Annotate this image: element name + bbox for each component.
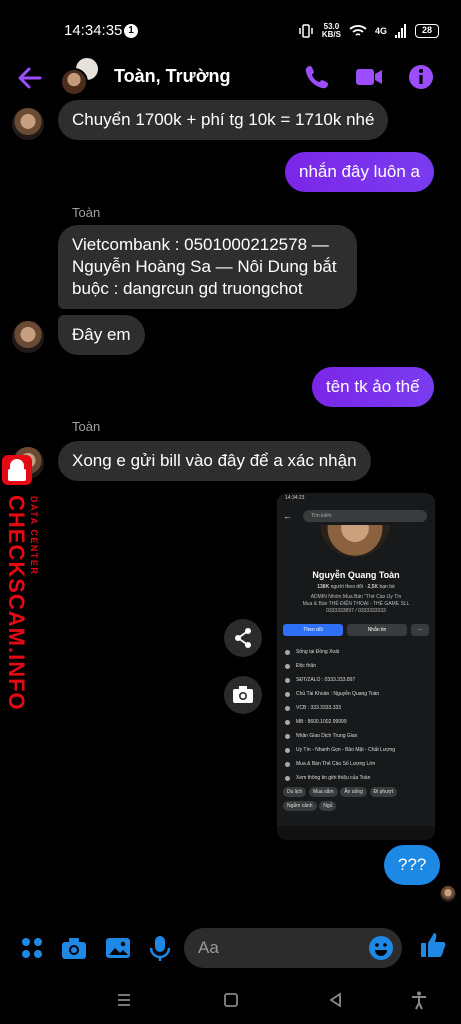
emoji-icon[interactable]	[368, 935, 394, 961]
message-line: buộc : dangrcun gd truongchot	[72, 279, 303, 298]
back-arrow-icon[interactable]	[16, 64, 44, 92]
shot-chip: Ăn uống	[340, 787, 367, 797]
shot-chip: Du lịch	[283, 787, 307, 797]
vibrate-icon	[299, 24, 313, 38]
shot-follow-count: 138K	[317, 584, 330, 590]
sender-name: Toàn	[72, 205, 101, 220]
info-icon[interactable]	[406, 62, 436, 92]
message-bubble-outgoing[interactable]: tên tk ảo thế	[312, 367, 434, 407]
back-icon[interactable]	[326, 990, 346, 1010]
shot-info-row: Độc thân	[285, 659, 431, 673]
watermark-logo	[2, 455, 32, 485]
shot-follow-label: người theo dõi	[330, 584, 364, 590]
network-type: 4G	[374, 26, 387, 36]
avatar[interactable]	[12, 321, 44, 353]
notification-badge: 1	[124, 24, 138, 38]
seen-avatar	[440, 886, 456, 902]
speed-unit: KB/S	[321, 30, 341, 39]
message-input[interactable]: Aa	[184, 928, 402, 968]
wifi-icon	[349, 25, 367, 36]
avatar	[60, 68, 88, 96]
microphone-icon[interactable]	[146, 934, 174, 962]
network-speed: 53.0 KB/S	[322, 23, 341, 39]
recents-icon[interactable]	[114, 990, 134, 1010]
shot-bio-line: Mua & Bán THẺ ĐIỆN THOẠI - THẺ GAME SLL	[302, 601, 410, 607]
shot-info-row: SĐT/ZALO : 0333.333.897	[285, 673, 431, 687]
video-call-icon[interactable]	[354, 62, 384, 92]
accessibility-icon[interactable]	[409, 990, 429, 1010]
phone-icon[interactable]	[302, 62, 332, 92]
signal-icon	[395, 24, 406, 38]
shot-info-row: Nhận Giao Dịch Trung Gian	[285, 729, 431, 743]
apps-icon[interactable]	[18, 934, 46, 962]
shot-hobby-chips: Du lịch Mua sắm Ăn uống Đi phượt Ngắm cả…	[283, 787, 433, 815]
status-bar: 14:34:35 1 53.0 KB/S 4G 28	[0, 0, 461, 60]
watermark-text: CHECKSCAM.INFO	[4, 495, 29, 711]
message-input-placeholder: Aa	[198, 938, 219, 957]
message-line: Nguyễn Hoàng Sa — Nôi Dung bắt	[72, 257, 337, 276]
share-button[interactable]	[224, 619, 262, 657]
message-bubble-incoming[interactable]: Vietcombank : 0501000212578 — Nguyễn Hoà…	[58, 225, 357, 309]
shot-profile-photo	[318, 523, 392, 559]
shot-follow-button: Theo dõi	[283, 624, 343, 636]
shot-chip: Ngủ	[319, 801, 337, 811]
shot-info-row: Sống tại Đồng Xoài	[285, 645, 431, 659]
shot-info-row: MB : 8600.1002.99999	[285, 715, 431, 729]
shot-message-button: Nhắn tin	[347, 624, 407, 636]
shot-bio-line: 0333333897 / 0333333333	[326, 608, 386, 614]
group-avatar[interactable]	[60, 56, 102, 98]
camera-icon	[233, 686, 253, 703]
system-nav-bar	[0, 986, 461, 1014]
shot-info-row: VCB : 333.3333.333	[285, 701, 431, 715]
shot-info-row: Chủ Tài Khoản : Nguyễn Quang Toàn	[285, 687, 431, 701]
message-composer: Aa	[0, 920, 461, 976]
shot-nav-bar	[277, 826, 435, 840]
message-line: Vietcombank : 0501000212578 —	[72, 235, 329, 254]
shot-status-time: 14:34:23	[285, 495, 305, 501]
shot-chip: Ngắm cảnh	[283, 801, 317, 811]
chat-title[interactable]: Toàn, Trường	[114, 66, 231, 87]
message-bubble-incoming[interactable]: Chuyển 1700k + phí tg 10k = 1710k nhé	[58, 100, 389, 140]
shot-back-icon: ←	[283, 511, 292, 521]
home-icon[interactable]	[221, 990, 241, 1010]
shot-profile-name: Nguyễn Quang Toàn	[312, 570, 400, 580]
sender-name: Toàn	[72, 419, 101, 434]
message-bubble-incoming[interactable]: Đây em	[58, 315, 145, 355]
like-icon[interactable]	[418, 930, 448, 960]
shot-follow-stats: 138K người theo dõi · 2,5K bạn bè	[317, 584, 395, 590]
chat-header: Toàn, Trường	[0, 56, 461, 100]
gallery-icon[interactable]	[104, 934, 132, 962]
status-time: 14:34:35	[64, 22, 123, 39]
shot-info-list: Sống tại Đồng Xoài Độc thân SĐT/ZALO : 0…	[285, 645, 431, 785]
watermark-subtext: DATA CENTER	[29, 496, 39, 576]
shot-friends-label: bạn bè	[379, 584, 395, 590]
message-bubble-outgoing[interactable]: ???	[384, 845, 441, 885]
camera-button[interactable]	[224, 676, 262, 714]
share-icon	[235, 628, 251, 648]
shot-chip: Đi phượt	[369, 787, 398, 797]
status-right: 53.0 KB/S 4G 28	[298, 22, 439, 40]
shot-search: Tìm kiếm	[303, 510, 427, 522]
shot-info-row: Uy Tín - Nhanh Gọn - Bảo Mật - Chất Lượn…	[285, 743, 431, 757]
shot-friends-count: 2,5K	[367, 584, 379, 590]
shot-info-row: Mua & Bán Thẻ Cào Số Lượng Lớn	[285, 757, 431, 771]
message-bubble-incoming[interactable]: Xong e gửi bill vào đây để a xác nhận	[58, 441, 371, 481]
shot-more-button: ···	[411, 624, 429, 636]
avatar[interactable]	[12, 108, 44, 140]
camera-icon[interactable]	[60, 934, 88, 962]
shot-bio-line: ADMIN Nhóm Mua Bán "Thẻ Cào Uy Tín	[310, 594, 402, 600]
shot-info-row: Xem thông tin giới thiệu của Toàn	[285, 771, 431, 785]
watermark: CHECKSCAM.INFO DATA CENTER	[0, 440, 50, 711]
battery-icon: 28	[415, 24, 439, 38]
shot-bio: ADMIN Nhóm Mua Bán "Thẻ Cào Uy Tín Mua &…	[285, 594, 427, 615]
message-bubble-outgoing[interactable]: nhắn đây luôn a	[285, 152, 434, 192]
image-attachment[interactable]: 14:34:23 ← Tìm kiếm Nguyễn Quang Toàn 13…	[277, 493, 435, 840]
shot-chip: Mua sắm	[308, 787, 338, 797]
